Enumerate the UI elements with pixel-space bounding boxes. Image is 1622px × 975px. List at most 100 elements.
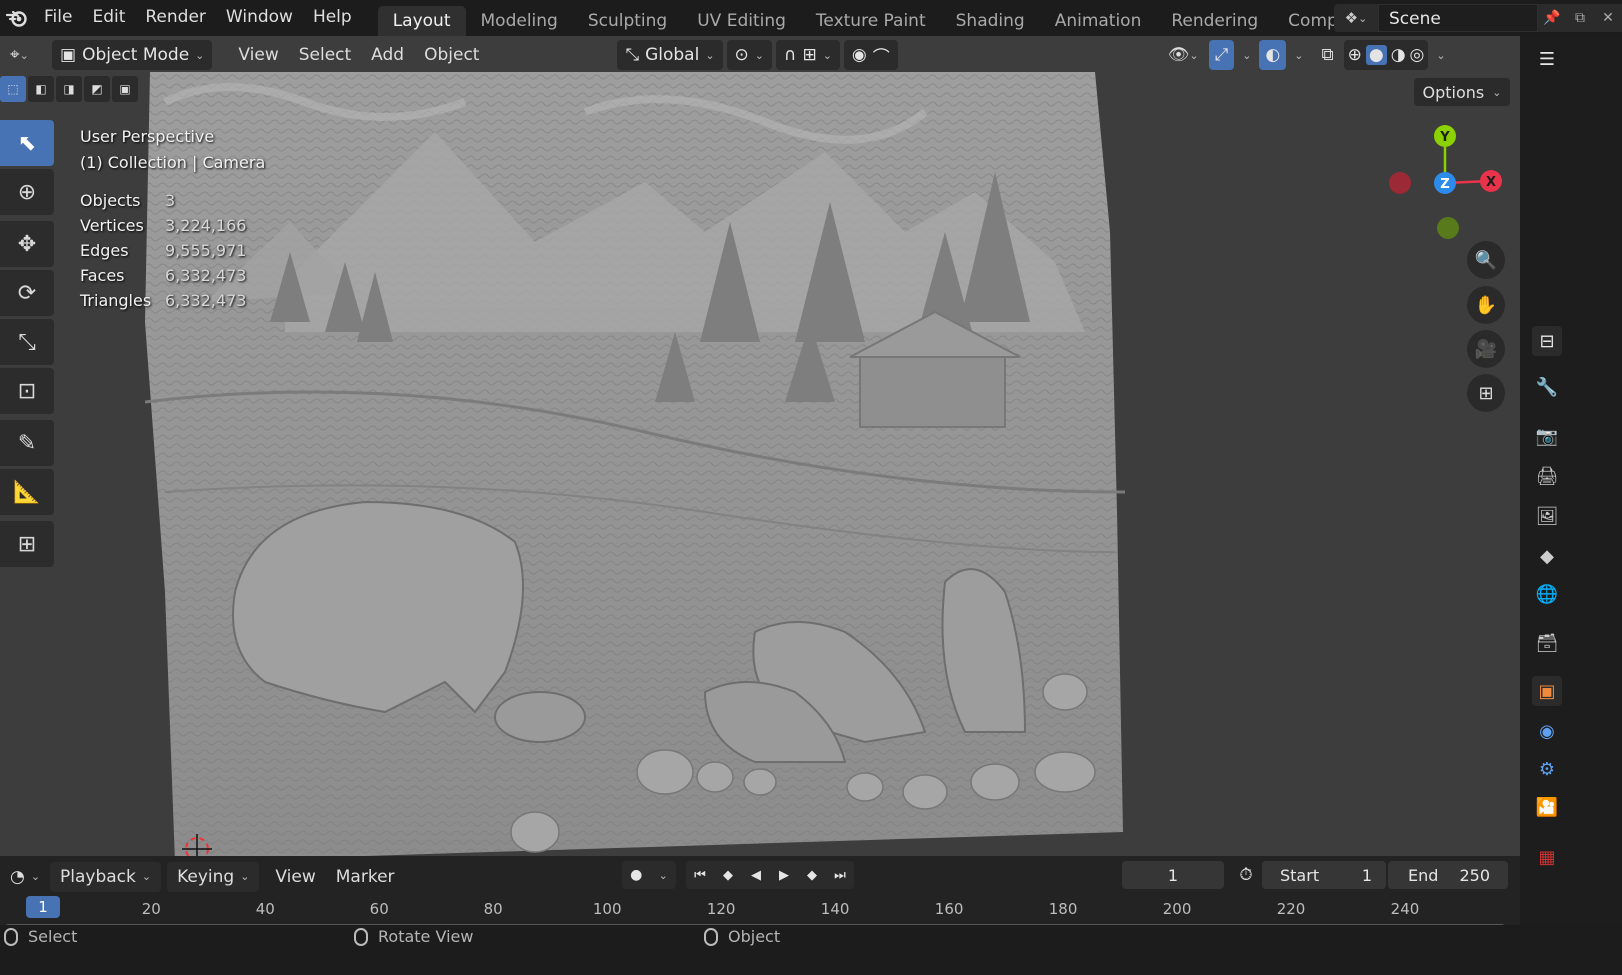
- material-preview-icon[interactable]: ◑: [1391, 45, 1406, 65]
- menu-add[interactable]: Add: [361, 40, 414, 70]
- menu-object[interactable]: Object: [414, 40, 489, 70]
- select-new-icon[interactable]: ⬚: [0, 76, 26, 102]
- tool-properties-icon[interactable]: 🔧: [1532, 372, 1562, 402]
- menu-select[interactable]: Select: [289, 40, 361, 70]
- collection-properties-icon[interactable]: 🗃: [1532, 628, 1562, 658]
- gizmo-toggle[interactable]: ⤢: [1208, 40, 1235, 70]
- pan-hand-icon[interactable]: ✋: [1467, 286, 1505, 324]
- overlays-toggle[interactable]: ◐: [1259, 40, 1287, 70]
- tab-modeling[interactable]: Modeling: [466, 6, 573, 36]
- visibility-selector[interactable]: 👁 ⌄: [1158, 40, 1209, 70]
- stopwatch-icon[interactable]: ⏱: [1232, 861, 1260, 889]
- snap-toggle[interactable]: ∩ ⊞ ⌄: [776, 40, 840, 70]
- menu-marker[interactable]: Marker: [326, 862, 405, 892]
- menu-window[interactable]: Window: [216, 0, 303, 36]
- tab-texture-paint[interactable]: Texture Paint: [801, 6, 941, 36]
- chevron-down-icon[interactable]: ⌄: [1436, 49, 1445, 62]
- texture-properties-icon[interactable]: ▦: [1532, 842, 1562, 872]
- tab-sculpting[interactable]: Sculpting: [573, 6, 682, 36]
- perspective-toggle-icon[interactable]: ⊞: [1467, 374, 1505, 412]
- 3d-viewport[interactable]: ⌖ ⌄ ▣ Object Mode ⌄ View Select Add Objec…: [0, 36, 1568, 880]
- move-tool-icon[interactable]: ✥: [0, 221, 54, 267]
- measure-tool-icon[interactable]: 📐: [0, 469, 54, 515]
- next-keyframe-icon[interactable]: ◆: [798, 861, 826, 889]
- menu-view[interactable]: View: [228, 40, 288, 70]
- object-properties-icon[interactable]: ▣: [1532, 676, 1562, 706]
- workspace-tabs: Layout Modeling Sculpting UV Editing Tex…: [377, 0, 1373, 36]
- menu-keying[interactable]: Keying ⌄: [167, 862, 260, 892]
- select-invert-icon[interactable]: ◩: [84, 76, 110, 102]
- wireframe-shading-icon[interactable]: ⊕: [1348, 45, 1362, 65]
- scene-name-field[interactable]: Scene: [1378, 4, 1538, 32]
- auto-keying-toggle[interactable]: ● ⌄: [622, 861, 676, 889]
- current-frame-field[interactable]: 1: [1122, 861, 1224, 889]
- camera-view-icon[interactable]: 🎥: [1467, 330, 1505, 368]
- stat-label: Faces: [80, 266, 125, 285]
- pin-icon[interactable]: 📌: [1538, 4, 1566, 32]
- jump-start-icon[interactable]: ⏮: [686, 861, 714, 889]
- physics-properties-icon[interactable]: ◉: [1532, 716, 1562, 746]
- world-properties-icon[interactable]: 🌐: [1532, 579, 1562, 609]
- menu-timeline-view[interactable]: View: [265, 862, 325, 892]
- menu-edit[interactable]: Edit: [82, 0, 135, 36]
- properties-tabs: ☰ ⊟ 🔧 📷 🖨 🖼 ◆ 🌐 🗃 ▣ ◉ ⚙ 🎦 ▦: [1520, 36, 1622, 880]
- menu-file[interactable]: File: [34, 0, 82, 36]
- rotate-tool-icon[interactable]: ⟳: [0, 270, 54, 316]
- options-dropdown[interactable]: Options ⌄: [1414, 78, 1510, 106]
- menu-help[interactable]: Help: [303, 0, 362, 36]
- solid-shading-icon[interactable]: ●: [1365, 45, 1387, 65]
- timeline-editor-type-icon[interactable]: ◔ ⌄: [0, 862, 46, 892]
- tab-shading[interactable]: Shading: [941, 6, 1040, 36]
- menu-playback[interactable]: Playback ⌄: [50, 862, 162, 892]
- render-properties-icon[interactable]: 📷: [1532, 421, 1562, 451]
- menu-render[interactable]: Render: [135, 0, 216, 36]
- properties-editor-icon[interactable]: ⊟: [1532, 326, 1562, 356]
- close-icon[interactable]: ✕: [1594, 4, 1622, 32]
- transform-tool-icon[interactable]: ⊡: [0, 368, 54, 414]
- transform-orientation-selector[interactable]: ⤡ Global ⌄: [617, 40, 723, 70]
- start-frame-field[interactable]: Start 1: [1262, 861, 1386, 889]
- proportional-editing-toggle[interactable]: ◉ ⌒: [843, 40, 898, 70]
- tab-uv-editing[interactable]: UV Editing: [682, 6, 801, 36]
- jump-end-icon[interactable]: ⏭: [826, 861, 854, 889]
- relief-sculpture-model[interactable]: [145, 72, 1125, 862]
- end-frame-field[interactable]: End 250: [1388, 861, 1508, 889]
- negative-x-axis-icon[interactable]: [1389, 172, 1411, 194]
- negative-y-axis-icon[interactable]: [1437, 217, 1459, 239]
- cursor-tool-icon[interactable]: ⊕: [0, 169, 54, 215]
- tab-rendering[interactable]: Rendering: [1156, 6, 1273, 36]
- add-cube-tool-icon[interactable]: ⊞: [0, 521, 54, 567]
- xray-toggle[interactable]: ⧉: [1311, 40, 1343, 70]
- select-subtract-icon[interactable]: ◨: [56, 76, 82, 102]
- select-box-tool-icon[interactable]: ⬉: [0, 120, 54, 166]
- scene-selector[interactable]: ❖ ⌄ Scene 📌 ⧉ ✕: [1334, 4, 1622, 32]
- navigation-gizmo[interactable]: Y X Z: [1380, 120, 1510, 250]
- play-icon[interactable]: ▶: [770, 861, 798, 889]
- output-properties-icon[interactable]: 🖨: [1532, 461, 1562, 491]
- mode-selector[interactable]: ▣ Object Mode ⌄: [52, 40, 213, 70]
- playhead-frame-indicator[interactable]: 1: [26, 896, 60, 918]
- chevron-down-icon[interactable]: ⌄: [1294, 49, 1303, 62]
- pivot-point-selector[interactable]: ⊙ ⌄: [726, 40, 772, 70]
- data-properties-icon[interactable]: 🎦: [1532, 792, 1562, 822]
- chevron-down-icon[interactable]: ⌄: [1242, 49, 1251, 62]
- annotate-tool-icon[interactable]: ✎: [0, 420, 54, 466]
- select-extend-icon[interactable]: ◧: [28, 76, 54, 102]
- tab-layout[interactable]: Layout: [377, 6, 466, 36]
- viewport-info: User Perspective (1) Collection | Camera: [80, 124, 265, 176]
- tab-animation[interactable]: Animation: [1040, 6, 1157, 36]
- select-intersect-icon[interactable]: ▣: [112, 76, 138, 102]
- scene-icon[interactable]: ❖ ⌄: [1334, 4, 1378, 32]
- scene-properties-icon[interactable]: ◆: [1532, 541, 1562, 571]
- new-scene-icon[interactable]: ⧉: [1566, 4, 1594, 32]
- prev-keyframe-icon[interactable]: ◆: [714, 861, 742, 889]
- blender-logo-icon[interactable]: [0, 0, 34, 36]
- rendered-shading-icon[interactable]: ◎: [1410, 45, 1425, 65]
- scale-tool-icon[interactable]: ⤡: [0, 319, 54, 365]
- editor-type-icon[interactable]: ⌖ ⌄: [0, 40, 46, 70]
- constraints-properties-icon[interactable]: ⚙: [1532, 754, 1562, 784]
- play-reverse-icon[interactable]: ◀: [742, 861, 770, 889]
- outliner-editor-icon[interactable]: ☰: [1532, 44, 1562, 74]
- view-layer-properties-icon[interactable]: 🖼: [1532, 501, 1562, 531]
- zoom-icon[interactable]: 🔍: [1467, 241, 1505, 279]
